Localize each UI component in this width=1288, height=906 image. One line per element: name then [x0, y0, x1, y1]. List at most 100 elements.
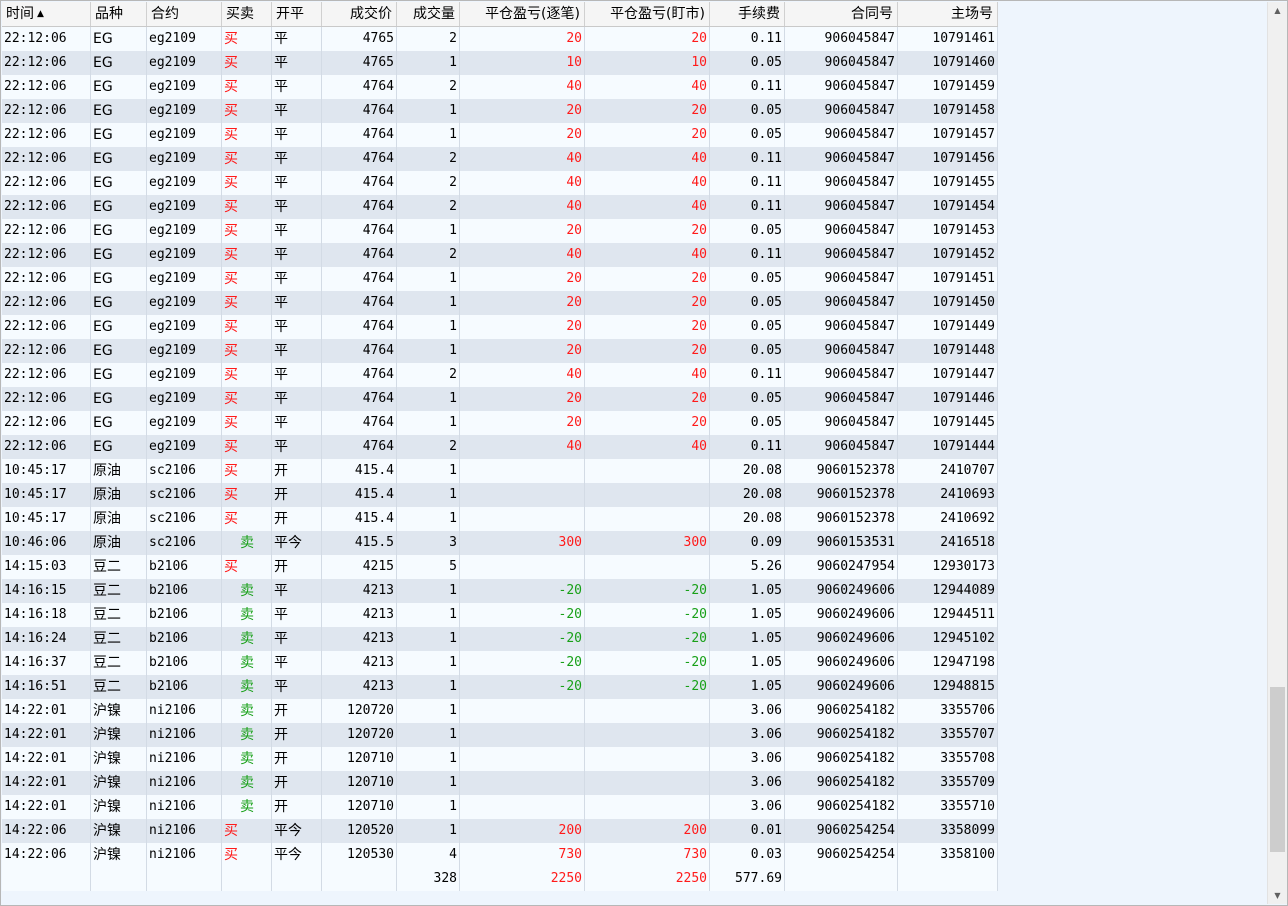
cell-volume: 2 — [397, 171, 460, 195]
scroll-down-arrow-icon[interactable]: ▼ — [1268, 887, 1287, 904]
cell-volume: 3 — [397, 531, 460, 555]
col-header-contract-no[interactable]: 合同号 — [785, 2, 898, 26]
cell-variety: EG — [91, 387, 147, 411]
cell-exchange-no: 10791447 — [898, 363, 998, 387]
table-row[interactable]: 14:22:06 沪镍 ni2106 买平今 120520 1 200 200 0.01 9060… — [2, 819, 998, 843]
table-row[interactable]: 22:12:06 EG eg2109 买平 4764 1 20 20 0.05 906045847… — [2, 315, 998, 339]
col-header-commission[interactable]: 手续费 — [710, 2, 785, 26]
table-row[interactable]: 22:12:06 EG eg2109 买平 4764 2 40 40 0.11 906045847… — [2, 435, 998, 459]
cell-variety: 沪镍 — [91, 771, 147, 795]
col-header-variety[interactable]: 品种 — [91, 2, 147, 26]
col-header-time[interactable]: 时间 ▲ — [2, 2, 91, 26]
cell-close-pnl-trade — [460, 771, 585, 795]
col-header-direction[interactable]: 买卖 — [222, 2, 272, 26]
table-row[interactable]: 10:45:17 原油 sc2106 买开 415.4 1 20.08 9060152378 2… — [2, 507, 998, 531]
cell-volume: 328 — [397, 867, 460, 891]
cell-exchange-no: 2410707 — [898, 459, 998, 483]
table-row[interactable]: 14:16:37 豆二 b2106 卖平 4213 1 -20 -20 1.05 90602496… — [2, 651, 998, 675]
cell-price: 415.4 — [322, 483, 397, 507]
cell-variety: 豆二 — [91, 675, 147, 699]
table-row[interactable]: 14:22:06 沪镍 ni2106 买平今 120530 4 730 730 0.03 9060… — [2, 843, 998, 867]
table-row[interactable]: 14:22:01 沪镍 ni2106 卖开 120710 1 3.06 9060254182 3… — [2, 795, 998, 819]
cell-open-close: 开 — [272, 771, 322, 795]
table-row[interactable]: 22:12:06 EG eg2109 买平 4764 1 20 20 0.05 906045847… — [2, 123, 998, 147]
table-row[interactable]: 22:12:06 EG eg2109 买平 4764 2 40 40 0.11 906045847… — [2, 195, 998, 219]
cell-contract: sc2106 — [147, 507, 222, 531]
table-row[interactable]: 14:22:01 沪镍 ni2106 卖开 120720 1 3.06 9060254182 3… — [2, 723, 998, 747]
cell-volume: 1 — [397, 51, 460, 75]
cell-time: 14:22:01 — [2, 771, 91, 795]
cell-time: 14:16:15 — [2, 579, 91, 603]
scroll-thumb[interactable] — [1270, 687, 1285, 853]
table-row[interactable]: 22:12:06 EG eg2109 买平 4764 1 20 20 0.05 906045847… — [2, 339, 998, 363]
col-header-close-pnl-trade[interactable]: 平仓盈亏(逐笔) — [460, 2, 585, 26]
col-header-exchange-no[interactable]: 主场号 — [898, 2, 998, 26]
cell-contract-no: 906045847 — [785, 219, 898, 243]
cell-contract-no: 906045847 — [785, 387, 898, 411]
table-row[interactable]: 22:12:06 EG eg2109 买平 4764 1 20 20 0.05 906045847… — [2, 387, 998, 411]
table-row[interactable]: 14:22:01 沪镍 ni2106 卖开 120710 1 3.06 9060254182 3… — [2, 771, 998, 795]
table-row[interactable]: 22:12:06 EG eg2109 买平 4764 2 40 40 0.11 906045847… — [2, 243, 998, 267]
cell-close-pnl-trade: -20 — [460, 603, 585, 627]
cell-variety: 沪镍 — [91, 747, 147, 771]
cell-variety: 沪镍 — [91, 795, 147, 819]
cell-close-pnl-trade — [460, 795, 585, 819]
cell-close-pnl-mtm: 300 — [585, 531, 710, 555]
cell-volume: 1 — [397, 819, 460, 843]
col-header-open-close[interactable]: 开平 — [272, 2, 322, 26]
table-row[interactable]: 14:22:01 沪镍 ni2106 卖开 120720 1 3.06 9060254182 3… — [2, 699, 998, 723]
cell-open-close: 平 — [272, 171, 322, 195]
scroll-up-arrow-icon[interactable]: ▲ — [1268, 2, 1287, 19]
col-header-price[interactable]: 成交价 — [322, 2, 397, 26]
cell-volume: 2 — [397, 243, 460, 267]
table-row[interactable]: 22:12:06 EG eg2109 买平 4764 1 20 20 0.05 906045847… — [2, 219, 998, 243]
table-row[interactable]: 10:46:06 原油 sc2106 卖平今 415.5 3 300 300 0.09 90601… — [2, 531, 998, 555]
table-row[interactable]: 22:12:06 EG eg2109 买平 4764 2 40 40 0.11 906045847… — [2, 171, 998, 195]
cell-direction: 卖 — [222, 531, 272, 555]
table-row[interactable]: 22:12:06 EG eg2109 买平 4764 1 20 20 0.05 906045847… — [2, 411, 998, 435]
col-header-volume[interactable]: 成交量 — [397, 2, 460, 26]
cell-commission: 1.05 — [710, 675, 785, 699]
cell-price: 4764 — [322, 363, 397, 387]
table-row[interactable]: 10:45:17 原油 sc2106 买开 415.4 1 20.08 9060152378 2… — [2, 459, 998, 483]
table-row[interactable]: 14:16:15 豆二 b2106 卖平 4213 1 -20 -20 1.05 90602496… — [2, 579, 998, 603]
table-row[interactable]: 14:16:24 豆二 b2106 卖平 4213 1 -20 -20 1.05 90602496… — [2, 627, 998, 651]
cell-open-close: 平 — [272, 267, 322, 291]
cell-volume: 1 — [397, 291, 460, 315]
table-row[interactable]: 22:12:06 EG eg2109 买平 4765 1 10 10 0.05 906045847… — [2, 51, 998, 75]
cell-close-pnl-mtm: 730 — [585, 843, 710, 867]
cell-open-close: 开 — [272, 507, 322, 531]
table-row[interactable]: 14:15:03 豆二 b2106 买开 4215 5 5.26 9060247954 1293… — [2, 555, 998, 579]
table-row[interactable]: 22:12:06 EG eg2109 买平 4765 2 20 20 0.11 906045847… — [2, 27, 998, 51]
cell-open-close: 开 — [272, 555, 322, 579]
table-row[interactable]: 10:45:17 原油 sc2106 买开 415.4 1 20.08 9060152378 2… — [2, 483, 998, 507]
cell-exchange-no: 2410693 — [898, 483, 998, 507]
table-row[interactable]: 22:12:06 EG eg2109 买平 4764 2 40 40 0.11 906045847… — [2, 75, 998, 99]
vertical-scrollbar[interactable]: ▲ ▼ — [1267, 2, 1287, 904]
table-row[interactable]: 14:16:18 豆二 b2106 卖平 4213 1 -20 -20 1.05 90602496… — [2, 603, 998, 627]
cell-contract-no: 906045847 — [785, 435, 898, 459]
cell-volume: 4 — [397, 843, 460, 867]
col-header-close-pnl-mtm[interactable]: 平仓盈亏(盯市) — [585, 2, 710, 26]
col-header-label: 平仓盈亏(盯市) — [610, 6, 705, 22]
cell-commission: 0.11 — [710, 243, 785, 267]
cell-variety: 原油 — [91, 507, 147, 531]
col-header-contract[interactable]: 合约 — [147, 2, 222, 26]
table-row[interactable]: 22:12:06 EG eg2109 买平 4764 2 40 40 0.11 906045847… — [2, 147, 998, 171]
cell-price — [322, 867, 397, 891]
table-row[interactable]: 22:12:06 EG eg2109 买平 4764 1 20 20 0.05 906045847… — [2, 267, 998, 291]
table-row[interactable]: 22:12:06 EG eg2109 买平 4764 1 20 20 0.05 906045847… — [2, 99, 998, 123]
cell-commission: 3.06 — [710, 747, 785, 771]
table-row[interactable]: 22:12:06 EG eg2109 买平 4764 2 40 40 0.11 906045847… — [2, 363, 998, 387]
cell-volume: 2 — [397, 363, 460, 387]
cell-open-close: 平 — [272, 603, 322, 627]
cell-price: 4764 — [322, 147, 397, 171]
cell-time: 22:12:06 — [2, 315, 91, 339]
totals-row[interactable]: 328 2250 2250 577.69 — [2, 867, 998, 891]
cell-volume: 1 — [397, 267, 460, 291]
table-row[interactable]: 22:12:06 EG eg2109 买平 4764 1 20 20 0.05 906045847… — [2, 291, 998, 315]
cell-volume: 1 — [397, 747, 460, 771]
table-row[interactable]: 14:16:51 豆二 b2106 卖平 4213 1 -20 -20 1.05 90602496… — [2, 675, 998, 699]
cell-open-close: 平 — [272, 627, 322, 651]
table-row[interactable]: 14:22:01 沪镍 ni2106 卖开 120710 1 3.06 9060254182 3… — [2, 747, 998, 771]
